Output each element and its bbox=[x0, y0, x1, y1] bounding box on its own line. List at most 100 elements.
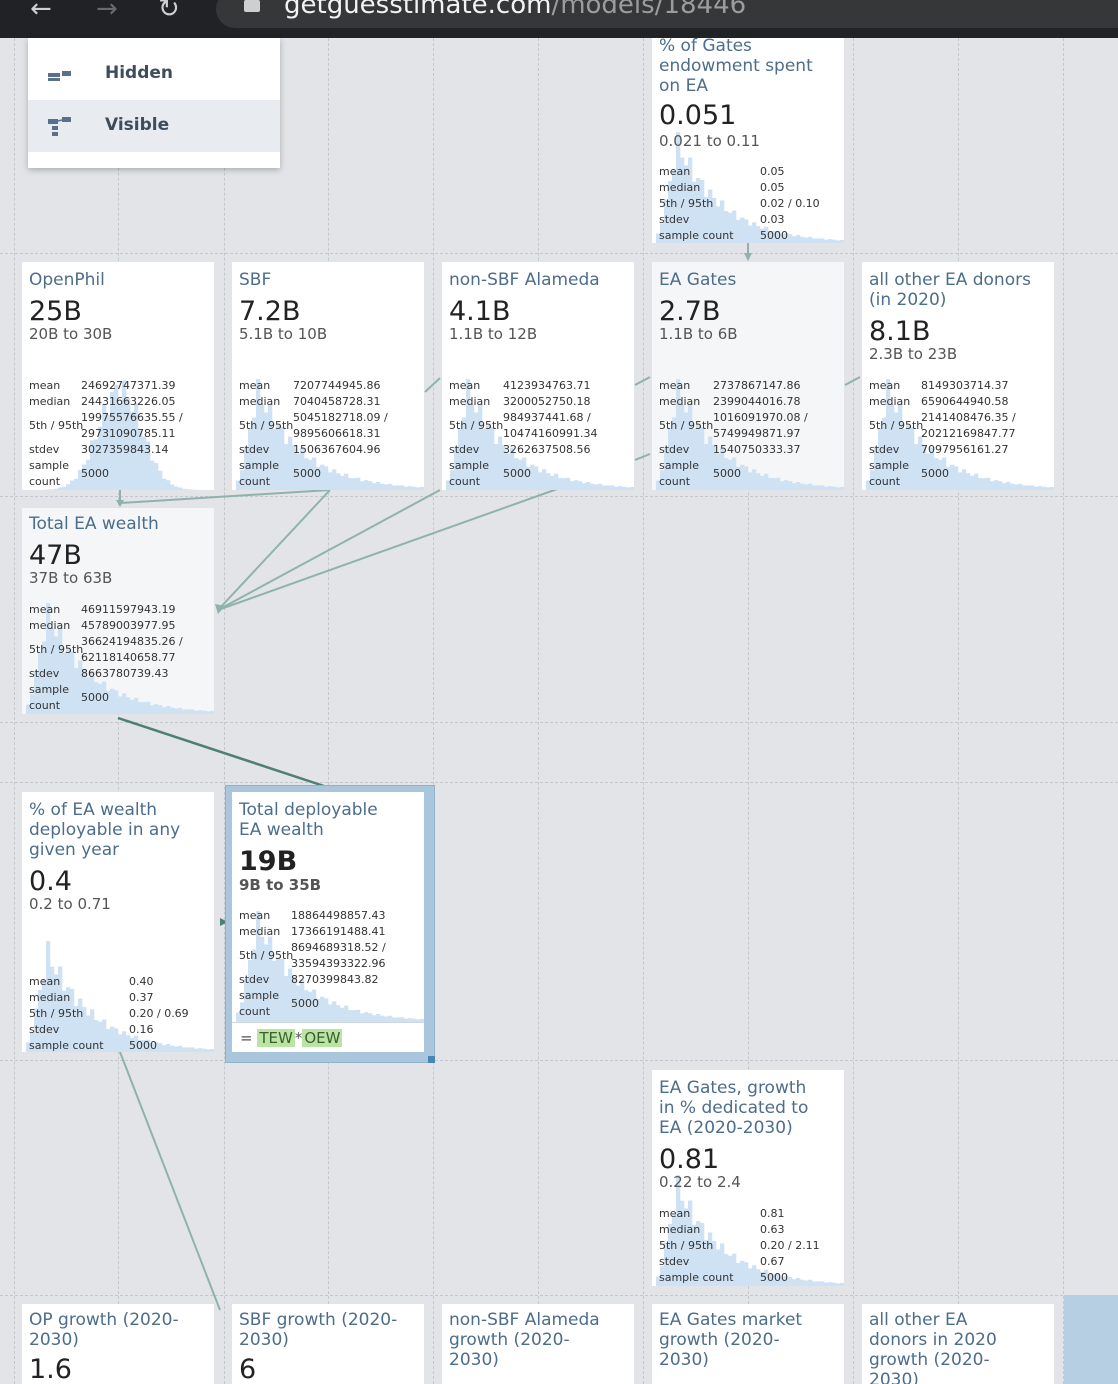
stat-row: sample count 5000 bbox=[29, 1038, 209, 1052]
histogram-bar bbox=[174, 708, 179, 714]
histogram-bar bbox=[62, 486, 67, 490]
histogram-bar bbox=[166, 706, 171, 714]
stat-value: 5000 bbox=[81, 691, 109, 704]
metric-card-alameda-growth[interactable]: non-SBF Alameda growth (2020-2030) bbox=[442, 1304, 634, 1384]
histogram-bar bbox=[162, 478, 167, 490]
stat-value: 0.16 bbox=[129, 1023, 154, 1036]
stat-label: median bbox=[29, 619, 71, 632]
histogram-bar bbox=[182, 709, 187, 714]
menu-item-visible[interactable]: Visible bbox=[28, 100, 280, 152]
stat-value: 5000 bbox=[129, 1039, 157, 1052]
metric-range: 5.1B to 10B bbox=[239, 325, 328, 343]
stat-value: 5000 bbox=[760, 1271, 788, 1284]
stat-value: 7207744945.86 bbox=[293, 379, 381, 392]
histogram-bar bbox=[130, 699, 135, 714]
histogram-bar bbox=[198, 710, 203, 714]
metric-card-gates-market-growth[interactable]: EA Gates market growth (2020-2030) bbox=[652, 1304, 844, 1384]
metric-range: 0.2 to 0.71 bbox=[29, 895, 111, 913]
stat-label: sample count bbox=[659, 229, 734, 242]
metric-card-other-ea-donors[interactable]: all other EA donors (in 2020) 8.1B 2.3B … bbox=[862, 262, 1054, 490]
stat-row: stdev 0.67 bbox=[659, 1254, 839, 1270]
stat-value: 17366191488.41 bbox=[291, 925, 386, 938]
stat-value: 7040458728.31 bbox=[293, 395, 381, 408]
histogram-bar bbox=[412, 486, 417, 490]
metric-title: OP growth (2020-2030) bbox=[29, 1310, 179, 1350]
stat-label: count bbox=[239, 1005, 271, 1018]
metric-title: Total EA wealth bbox=[29, 514, 159, 534]
histogram-bar bbox=[792, 483, 797, 490]
histogram-bar bbox=[66, 484, 71, 490]
histogram-bar bbox=[118, 696, 123, 714]
stat-label: 5th / 95th bbox=[659, 197, 714, 210]
histogram-bar bbox=[178, 487, 183, 490]
metric-value: 2.7B bbox=[659, 296, 721, 327]
histogram-bar bbox=[582, 483, 587, 490]
stat-label: sample count bbox=[29, 1039, 104, 1052]
metric-card-op-growth[interactable]: OP growth (2020-2030) 1.6 bbox=[22, 1304, 214, 1384]
metric-title: OpenPhil bbox=[29, 270, 105, 290]
stat-value: 2737867147.86 bbox=[713, 379, 801, 392]
formula-token-tew[interactable]: TEW bbox=[257, 1029, 295, 1047]
metric-card-other-donors-growth[interactable]: all other EA donors in 2020 growth (2020… bbox=[862, 1304, 1054, 1384]
histogram-bar bbox=[150, 705, 155, 714]
histogram-bar bbox=[332, 1001, 337, 1022]
metric-title: EA Gates, growth in % dedicated to EA (2… bbox=[659, 1078, 809, 1138]
stat-row: mean 0.81 bbox=[659, 1206, 839, 1222]
histogram-bar bbox=[816, 485, 821, 490]
metric-card-pct-deployable[interactable]: % of EA wealth deployable in any given y… bbox=[22, 792, 214, 1052]
histogram-bar bbox=[550, 475, 555, 490]
histogram-bar bbox=[150, 460, 155, 490]
metric-card-total-ea-wealth[interactable]: Total EA wealth 47B 37B to 63B mean 46911… bbox=[22, 508, 214, 714]
stat-value: 0.02 / 0.10 bbox=[760, 197, 820, 210]
histogram-bar bbox=[336, 473, 341, 490]
histogram-bar bbox=[396, 485, 401, 490]
stat-value: 3200052750.18 bbox=[503, 395, 591, 408]
stat-label: sample bbox=[29, 459, 69, 472]
histogram-bar bbox=[1042, 486, 1047, 490]
histogram-bar bbox=[808, 483, 813, 490]
formula-editor[interactable]: = TEW * OEW bbox=[232, 1022, 424, 1052]
stat-label: mean bbox=[449, 379, 481, 392]
histogram-bar bbox=[356, 1009, 361, 1022]
metric-card-non-sbf-alameda[interactable]: non-SBF Alameda 4.1B 1.1B to 12B mean 412… bbox=[442, 262, 634, 490]
metric-title: non-SBF Alameda growth (2020-2030) bbox=[449, 1310, 600, 1370]
metric-title: non-SBF Alameda bbox=[449, 270, 600, 290]
metric-card-sbf[interactable]: SBF 7.2B 5.1B to 10B mean 7207744945.86 me… bbox=[232, 262, 424, 490]
selection-resize-handle[interactable] bbox=[428, 1056, 435, 1063]
histogram-bar bbox=[202, 710, 207, 714]
histogram-bar bbox=[1050, 486, 1054, 490]
metric-card-total-deployable-wealth[interactable]: Total deployable EA wealth 19B 9B to 35B… bbox=[232, 792, 424, 1052]
metric-card-gates-growth[interactable]: EA Gates, growth in % dedicated to EA (2… bbox=[652, 1070, 844, 1286]
histogram-bar bbox=[832, 486, 837, 490]
stat-value: 24692747371.39 bbox=[81, 379, 176, 392]
stat-value: 20212169847.77 bbox=[921, 427, 1016, 440]
histogram-bar bbox=[376, 1014, 381, 1022]
metric-card-ea-gates[interactable]: EA Gates 2.7B 1.1B to 6B mean 2737867147.… bbox=[652, 262, 844, 490]
metric-range: 20B to 30B bbox=[29, 325, 113, 343]
menu-item-hidden[interactable]: Hidden bbox=[28, 48, 280, 100]
histogram-bar bbox=[994, 480, 999, 490]
metric-card-gates-endowment-pct[interactable]: % of Gates endowment spent on EA 0.051 0… bbox=[652, 38, 844, 243]
formula-prefix: = bbox=[240, 1029, 253, 1047]
metric-value: 0.051 bbox=[659, 100, 737, 131]
stat-label: stdev bbox=[29, 667, 60, 680]
stat-value: 5000 bbox=[760, 229, 788, 242]
stat-value: 33594393322.96 bbox=[291, 957, 386, 970]
stats-table: mean 0.40 median 0.37 5th / 95th 0.20 / 0.69 s… bbox=[29, 974, 209, 1052]
histogram-bar bbox=[982, 478, 987, 490]
stat-value: 0.63 bbox=[760, 1223, 785, 1236]
histogram-bar bbox=[158, 470, 163, 490]
metric-range: 0.021 to 0.11 bbox=[659, 132, 760, 150]
stat-label: count bbox=[869, 475, 901, 488]
histogram-bar bbox=[788, 481, 793, 490]
histogram-bar bbox=[760, 475, 765, 490]
metric-card-sbf-growth[interactable]: SBF growth (2020-2030) 6 bbox=[232, 1304, 424, 1384]
formula-token-oew[interactable]: OEW bbox=[302, 1029, 343, 1047]
stat-label: stdev bbox=[239, 973, 270, 986]
stat-value: 8663780739.43 bbox=[81, 667, 169, 680]
stat-label: 5th / 95th bbox=[239, 949, 294, 962]
histogram-bar bbox=[384, 484, 389, 490]
histogram-bar bbox=[626, 487, 631, 490]
metric-card-openphil[interactable]: OpenPhil 25B 20B to 30B mean 24692747371.… bbox=[22, 262, 214, 490]
stat-value: 984937441.68 / bbox=[503, 411, 591, 424]
